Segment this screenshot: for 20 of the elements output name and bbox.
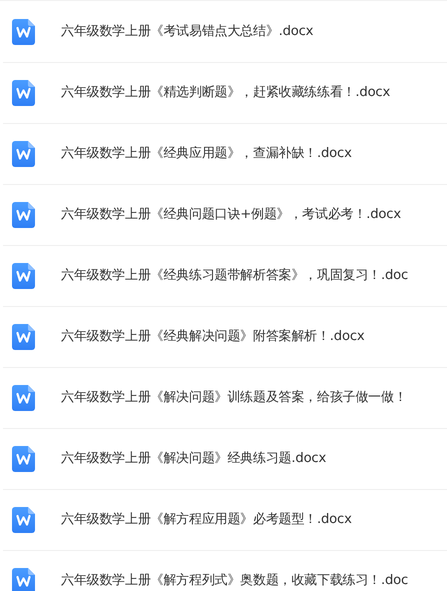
file-name[interactable]: 六年级数学上册《解方程列式》奥数题，收藏下载练习！.doc xyxy=(61,571,408,591)
file-name[interactable]: 六年级数学上册《解方程应用题》必考题型！.docx xyxy=(61,510,352,530)
word-document-icon xyxy=(12,80,35,106)
file-name[interactable]: 六年级数学上册《经典应用题》，查漏补缺！.docx xyxy=(61,144,352,164)
file-name[interactable]: 六年级数学上册《经典解决问题》附答案解析！.docx xyxy=(61,327,364,347)
word-document-icon xyxy=(12,385,35,411)
word-document-icon xyxy=(12,19,35,45)
file-name[interactable]: 六年级数学上册《考试易错点大总结》.docx xyxy=(61,22,314,42)
word-document-icon xyxy=(12,324,35,350)
file-name[interactable]: 六年级数学上册《经典问题口诀+例题》，考试必考！.docx xyxy=(61,205,401,225)
file-name[interactable]: 六年级数学上册《解决问题》经典练习题.docx xyxy=(61,449,326,469)
word-document-icon xyxy=(12,263,35,289)
file-name[interactable]: 六年级数学上册《解决问题》训练题及答案，给孩子做一做！ xyxy=(61,388,407,408)
file-name[interactable]: 六年级数学上册《精选判断题》，赶紧收藏练练看！.docx xyxy=(61,83,390,103)
word-document-icon xyxy=(12,202,35,228)
word-document-icon xyxy=(12,568,35,591)
word-document-icon xyxy=(12,446,35,472)
word-document-icon xyxy=(12,507,35,533)
word-document-icon xyxy=(12,141,35,167)
file-name[interactable]: 六年级数学上册《经典练习题带解析答案》，巩固复习！.doc xyxy=(61,266,408,286)
